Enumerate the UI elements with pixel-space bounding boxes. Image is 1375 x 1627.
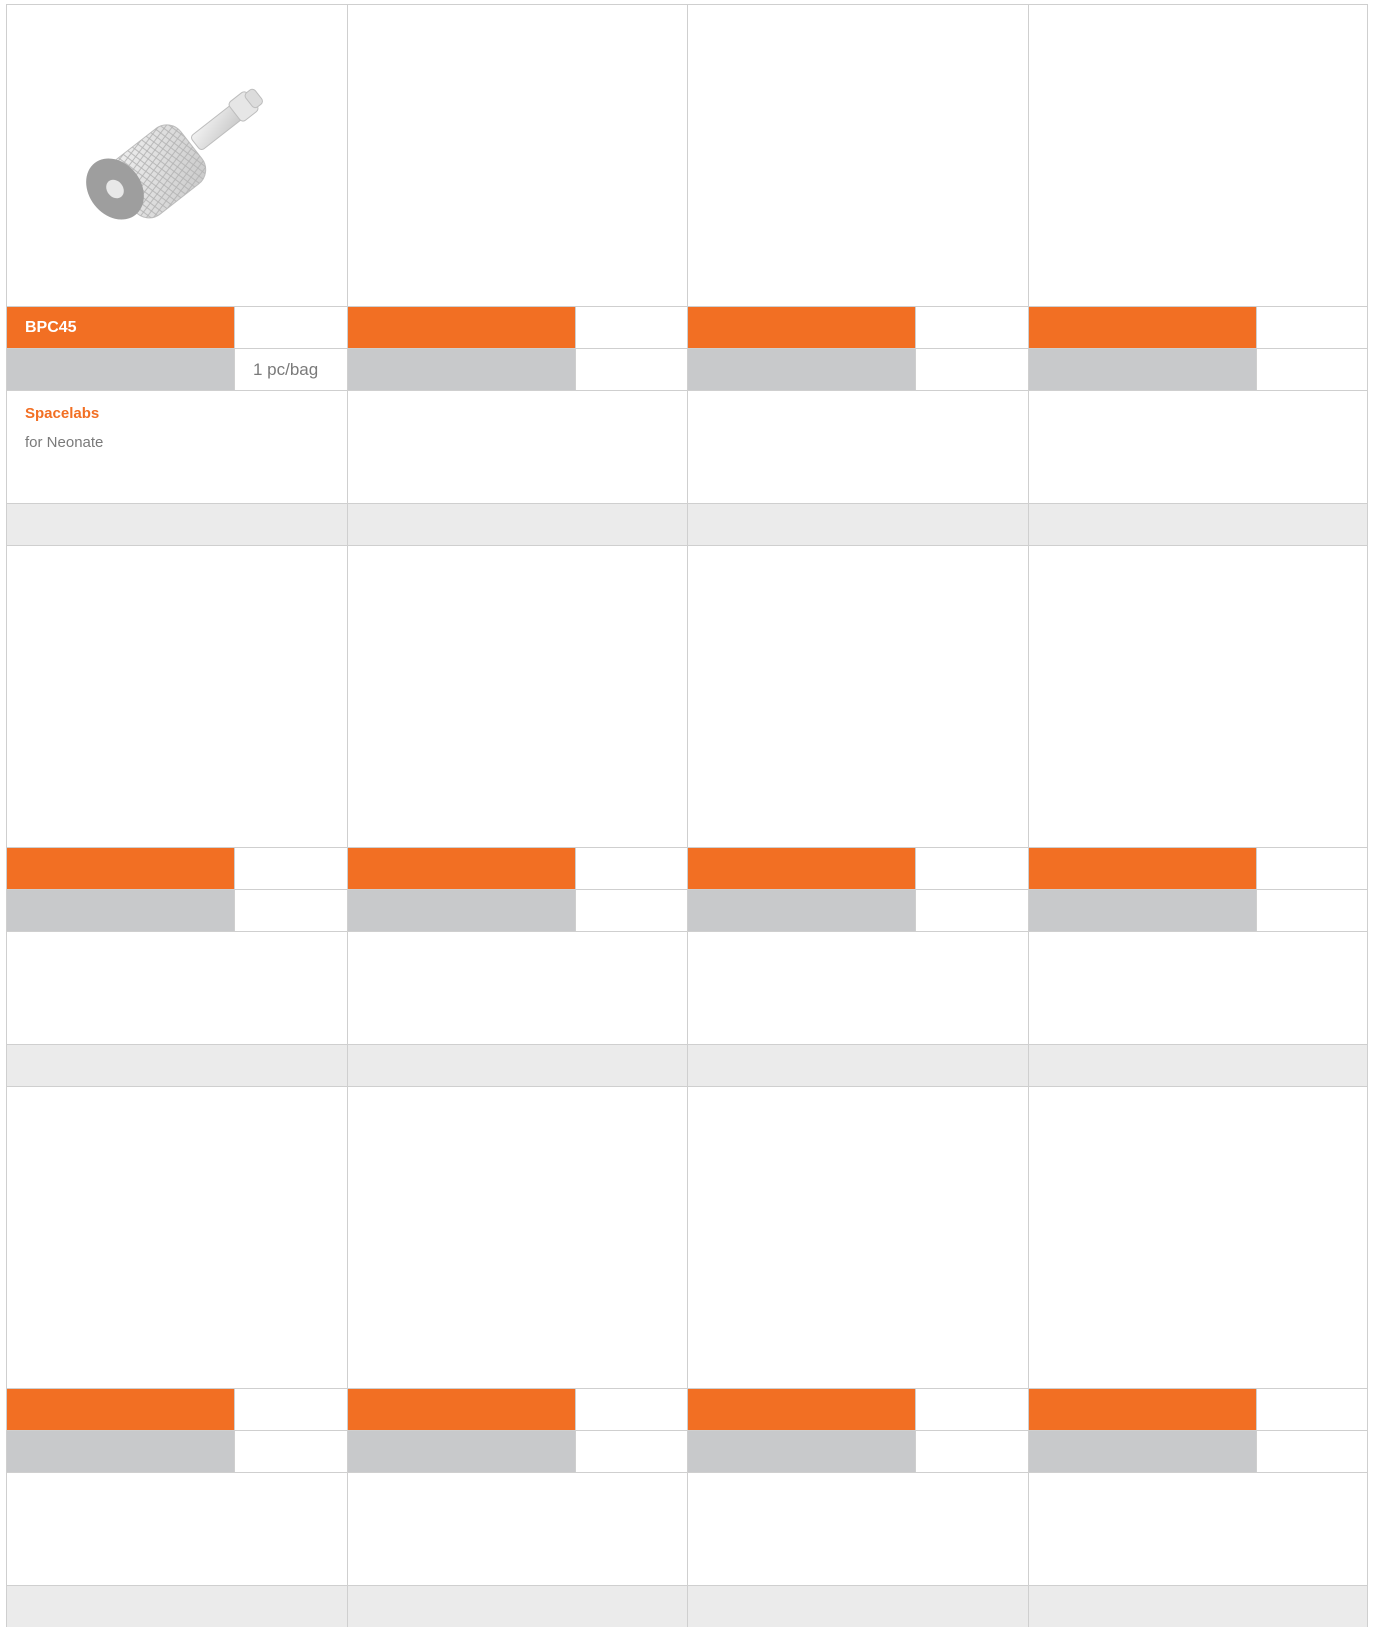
packaging-value: 1 pc/bag (234, 349, 347, 390)
product-image-cell (687, 4, 1028, 306)
packaging-cell: 1 pc/bag (6, 348, 347, 390)
footer-band (346, 503, 687, 545)
description-cell (6, 931, 347, 1044)
packaging-row-1: 1 pc/bag (6, 348, 1368, 390)
packaging-cell (1027, 1430, 1368, 1472)
description-row-2 (6, 931, 1368, 1044)
product-image-cell (687, 1086, 1028, 1388)
description-cell (1027, 390, 1368, 503)
packaging-cell (687, 889, 1028, 931)
packaging-cell (6, 889, 347, 931)
packaging-value (574, 349, 687, 390)
description-cell: Spacelabs for Neonate (6, 390, 347, 503)
footer-band (687, 503, 1028, 545)
code-row-1: BPC45 (6, 306, 1368, 348)
packaging-value (915, 890, 1028, 931)
footer-band (687, 1044, 1028, 1086)
product-image-cell (346, 545, 687, 847)
packaging-cell (1027, 348, 1368, 390)
description-cell (346, 1472, 687, 1585)
description-cell (6, 1472, 347, 1585)
code-row-3 (6, 1388, 1368, 1430)
packaging-value (1255, 349, 1367, 390)
footer-band (6, 503, 347, 545)
footer-row-1 (6, 503, 1368, 545)
product-code (347, 1389, 575, 1430)
description-cell (1027, 931, 1368, 1044)
footer-band (1027, 1044, 1368, 1086)
packaging-value (574, 1431, 687, 1472)
packaging-row-3 (6, 1430, 1368, 1472)
footer-band (1027, 503, 1368, 545)
description-cell (687, 390, 1028, 503)
packaging-cell (346, 889, 687, 931)
description-cell (1027, 1472, 1368, 1585)
packaging-value (915, 1431, 1028, 1472)
brand-label: Spacelabs (25, 405, 100, 422)
packaging-value (1255, 1431, 1367, 1472)
description-cell (346, 390, 687, 503)
packaging-cell (6, 1430, 347, 1472)
product-code (347, 848, 575, 889)
product-code (347, 307, 575, 348)
description-row-3 (6, 1472, 1368, 1585)
packaging-value (1255, 890, 1367, 931)
product-image-cell (6, 545, 347, 847)
product-code-cell (6, 1388, 347, 1430)
packaging-value (574, 890, 687, 931)
product-code (1028, 307, 1256, 348)
product-code-cell (346, 1388, 687, 1430)
packaging-cell (346, 348, 687, 390)
product-code-cell (6, 847, 347, 889)
product-code (1028, 848, 1256, 889)
product-code (1028, 1389, 1256, 1430)
product-code (7, 1389, 234, 1430)
product-image-cell (1027, 545, 1368, 847)
packaging-cell (346, 1430, 687, 1472)
product-code-cell (1027, 847, 1368, 889)
product-code (688, 1389, 915, 1430)
description-row-1: Spacelabs for Neonate (6, 390, 1368, 503)
description-cell (346, 931, 687, 1044)
product-image-cell (1027, 4, 1368, 306)
product-grid: BPC45 1 pc/bag Spacelabs for Neonate (6, 4, 1368, 1627)
product-code-cell (346, 847, 687, 889)
product-code-cell (1027, 1388, 1368, 1430)
footer-row-2 (6, 1044, 1368, 1086)
description-cell (687, 1472, 1028, 1585)
usage-note: for Neonate (25, 434, 104, 451)
product-image-cell (346, 4, 687, 306)
product-image-cell (687, 545, 1028, 847)
product-code: BPC45 (7, 307, 234, 348)
code-row-2 (6, 847, 1368, 889)
packaging-value (234, 890, 347, 931)
image-row-2 (6, 545, 1368, 847)
packaging-cell (687, 1430, 1028, 1472)
image-row-3 (6, 1086, 1368, 1388)
product-code-cell (346, 306, 687, 348)
footer-band (6, 1044, 347, 1086)
product-code-cell: BPC45 (6, 306, 347, 348)
product-code (688, 848, 915, 889)
footer-band (346, 1044, 687, 1086)
product-code (7, 848, 234, 889)
product-code-cell (687, 1388, 1028, 1430)
packaging-row-2 (6, 889, 1368, 931)
product-image-cell (1027, 1086, 1368, 1388)
packaging-value (234, 1431, 347, 1472)
product-code-cell (1027, 306, 1368, 348)
product-code-cell (687, 306, 1028, 348)
product-code (688, 307, 915, 348)
packaging-value (915, 349, 1028, 390)
packaging-cell (1027, 889, 1368, 931)
product-image-cell (6, 1086, 347, 1388)
image-row-1 (6, 4, 1368, 306)
product-image-cell (346, 1086, 687, 1388)
packaging-cell (687, 348, 1028, 390)
product-image-cell (6, 4, 347, 306)
knurled-connector-icon (86, 88, 263, 220)
description-cell (687, 931, 1028, 1044)
product-code-cell (687, 847, 1028, 889)
